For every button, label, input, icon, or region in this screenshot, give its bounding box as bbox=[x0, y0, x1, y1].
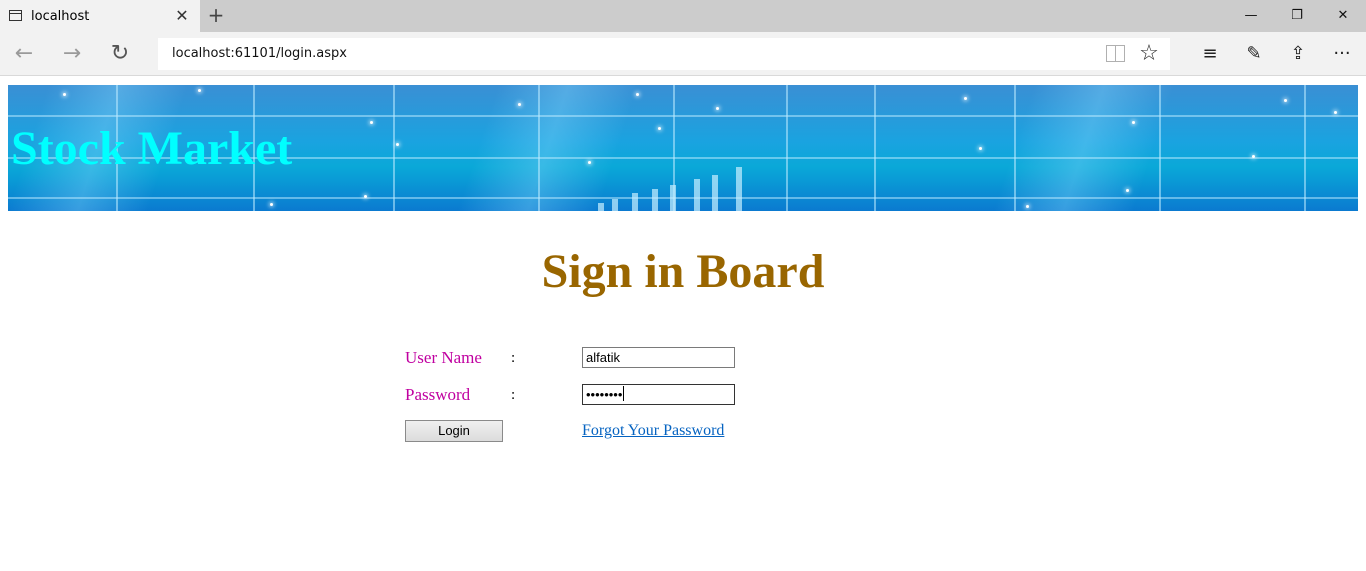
username-colon: : bbox=[511, 350, 516, 366]
banner: Stock Market bbox=[8, 85, 1358, 211]
banner-title: Stock Market bbox=[11, 122, 293, 175]
minimize-button[interactable]: — bbox=[1228, 0, 1274, 32]
close-tab-icon[interactable]: ✕ bbox=[172, 6, 192, 26]
tab-title: localhost bbox=[31, 9, 90, 24]
banner-image-right bbox=[764, 85, 1358, 211]
page-title: Sign in Board bbox=[541, 245, 825, 298]
page-icon bbox=[9, 10, 22, 21]
forgot-password-link[interactable]: Forgot Your Password bbox=[582, 422, 724, 440]
navigation-bar: ← → ↻ localhost:61101/login.aspx ☆ ≡ ✎ ⇪… bbox=[0, 32, 1366, 76]
restore-button[interactable]: ❐ bbox=[1274, 0, 1320, 32]
text-cursor bbox=[623, 386, 625, 401]
address-bar[interactable]: localhost:61101/login.aspx ☆ bbox=[158, 38, 1170, 70]
reading-view-icon[interactable] bbox=[1106, 45, 1125, 62]
tab-strip: localhost ✕ + — ❐ ✕ bbox=[0, 0, 1366, 32]
forward-button[interactable]: → bbox=[56, 38, 88, 70]
back-button[interactable]: ← bbox=[8, 38, 40, 70]
new-tab-button[interactable]: + bbox=[205, 5, 227, 27]
share-icon[interactable]: ⇪ bbox=[1282, 38, 1314, 70]
password-colon: : bbox=[511, 387, 516, 403]
password-label: Password bbox=[405, 385, 471, 404]
password-input[interactable]: •••••••• bbox=[582, 384, 735, 405]
browser-tab[interactable]: localhost ✕ bbox=[0, 0, 200, 32]
password-masked-value: •••••••• bbox=[586, 387, 623, 402]
username-label: User Name bbox=[405, 348, 482, 367]
favorite-star-icon[interactable]: ☆ bbox=[1136, 40, 1162, 68]
url-text[interactable]: localhost:61101/login.aspx bbox=[172, 46, 347, 61]
hub-icon[interactable]: ≡ bbox=[1194, 38, 1226, 70]
web-note-icon[interactable]: ✎ bbox=[1238, 38, 1270, 70]
more-icon[interactable]: ··· bbox=[1326, 38, 1358, 70]
login-button[interactable]: Login bbox=[405, 420, 503, 442]
refresh-button[interactable]: ↻ bbox=[104, 38, 136, 70]
username-input[interactable]: alfatik bbox=[582, 347, 735, 368]
close-window-button[interactable]: ✕ bbox=[1320, 0, 1366, 32]
